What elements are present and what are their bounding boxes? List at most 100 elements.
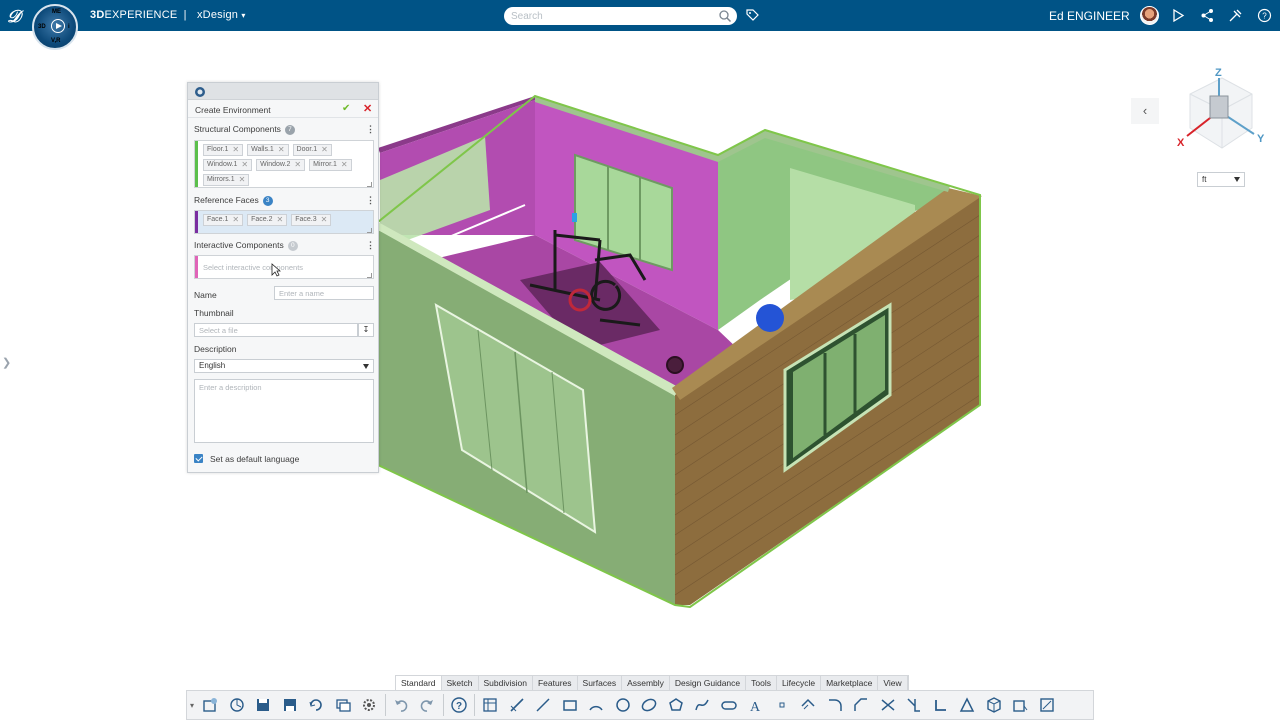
settings-icon[interactable] <box>356 691 383 719</box>
remove-chip-icon[interactable]: ✕ <box>277 215 284 225</box>
reference-menu-icon[interactable]: ⋮ <box>366 195 375 206</box>
save-icon[interactable] <box>250 691 277 719</box>
thumbnail-input[interactable] <box>194 323 358 337</box>
resize-handle-icon[interactable] <box>367 182 372 187</box>
help-icon[interactable]: ? <box>1257 8 1272 23</box>
tab-sketch[interactable]: Sketch <box>442 676 479 690</box>
refresh-icon[interactable] <box>303 691 330 719</box>
tab-subdivision[interactable]: Subdivision <box>479 676 533 690</box>
chip-window-1[interactable]: Window.1 ✕ <box>203 159 253 171</box>
share-icon[interactable] <box>1200 8 1215 23</box>
structural-menu-icon[interactable]: ⋮ <box>366 124 375 135</box>
default-language-checkbox[interactable] <box>194 454 203 463</box>
sketch-icon[interactable] <box>504 691 531 719</box>
drawing-icon[interactable] <box>1034 691 1061 719</box>
chip-face-3[interactable]: Face.3 ✕ <box>291 214 332 226</box>
description-textarea[interactable] <box>194 379 374 443</box>
text-icon[interactable]: A <box>742 691 769 719</box>
line-icon[interactable] <box>530 691 557 719</box>
collapse-panel-button[interactable]: ‹ <box>1131 98 1159 124</box>
chip-window-2[interactable]: Window.2 ✕ <box>256 159 306 171</box>
3d-viewport[interactable] <box>370 88 990 608</box>
chip-walls-1[interactable]: Walls.1 ✕ <box>247 144 289 156</box>
tab-design-guidance[interactable]: Design Guidance <box>670 676 747 690</box>
redo-icon[interactable] <box>414 691 441 719</box>
construction-icon[interactable] <box>954 691 981 719</box>
panel-header[interactable] <box>188 83 378 100</box>
chevron-right-icon[interactable]: ❯ <box>2 356 11 369</box>
chip-mirror-1[interactable]: Mirror.1 ✕ <box>309 159 352 171</box>
polygon-icon[interactable] <box>663 691 690 719</box>
dassault-logo-icon[interactable]: 𝒟 <box>6 6 28 26</box>
tab-lifecycle[interactable]: Lifecycle <box>777 676 822 690</box>
save-as-icon[interactable] <box>277 691 304 719</box>
table-icon[interactable] <box>477 691 504 719</box>
interactive-chip-box[interactable] <box>194 255 374 279</box>
rectangle-icon[interactable] <box>557 691 584 719</box>
remove-chip-icon[interactable]: ✕ <box>241 160 248 170</box>
point-icon[interactable] <box>769 691 796 719</box>
brand-title[interactable]: 3DEXPERIENCE | xDesign ▾ <box>90 9 246 21</box>
unit-select[interactable]: ft <box>1197 172 1245 187</box>
tab-features[interactable]: Features <box>533 676 578 690</box>
name-input[interactable] <box>274 286 374 300</box>
compass-widget[interactable]: ME 3D i V,R <box>32 4 78 50</box>
remove-chip-icon[interactable]: ✕ <box>232 215 239 225</box>
arc-icon[interactable] <box>583 691 610 719</box>
tab-assembly[interactable]: Assembly <box>622 676 670 690</box>
interactive-menu-icon[interactable]: ⋮ <box>366 240 375 251</box>
chamfer-icon[interactable] <box>848 691 875 719</box>
close-button[interactable]: ✕ <box>363 102 372 115</box>
play-icon[interactable] <box>1171 8 1186 23</box>
ellipse-icon[interactable] <box>636 691 663 719</box>
cube-icon[interactable] <box>981 691 1008 719</box>
remove-chip-icon[interactable]: ✕ <box>294 160 301 170</box>
undo-icon[interactable] <box>388 691 415 719</box>
spline-icon[interactable] <box>689 691 716 719</box>
chip-face-2[interactable]: Face.2 ✕ <box>247 214 288 226</box>
tools-icon[interactable] <box>1228 8 1243 23</box>
confirm-button[interactable]: ✔ <box>342 103 350 114</box>
circle-icon[interactable] <box>610 691 637 719</box>
tab-surfaces[interactable]: Surfaces <box>578 676 623 690</box>
tab-standard[interactable]: Standard <box>396 676 442 690</box>
tag-icon[interactable] <box>745 8 760 23</box>
resize-handle-icon[interactable] <box>367 273 372 278</box>
user-name[interactable]: Ed ENGINEER <box>1049 9 1130 23</box>
remove-chip-icon[interactable]: ✕ <box>321 215 328 225</box>
fillet-icon[interactable] <box>822 691 849 719</box>
slot-icon[interactable] <box>716 691 743 719</box>
remove-chip-icon[interactable]: ✕ <box>341 160 348 170</box>
compass-play-icon[interactable] <box>51 19 65 33</box>
upload-icon[interactable]: ↧ <box>358 323 374 337</box>
remove-chip-icon[interactable]: ✕ <box>239 175 246 185</box>
search-icon[interactable] <box>718 9 732 23</box>
trim-icon[interactable] <box>875 691 902 719</box>
layers-icon[interactable] <box>330 691 357 719</box>
chip-door-1[interactable]: Door.1 ✕ <box>292 144 332 156</box>
help-icon[interactable]: ? <box>446 691 473 719</box>
open-icon[interactable] <box>224 691 251 719</box>
language-select[interactable]: English <box>194 359 374 373</box>
chip-face-1[interactable]: Face.1 ✕ <box>203 214 244 226</box>
view-cube[interactable]: Z X Y <box>1172 66 1272 166</box>
structural-chip-box[interactable]: Floor.1 ✕ Walls.1 ✕ Door.1 ✕ Window.1 ✕ Window.2… <box>194 140 374 188</box>
search-input[interactable] <box>504 7 737 25</box>
remove-chip-icon[interactable]: ✕ <box>232 145 239 155</box>
avatar[interactable] <box>1140 6 1159 25</box>
tab-marketplace[interactable]: Marketplace <box>821 676 879 690</box>
collaborate-icon[interactable] <box>197 691 224 719</box>
tab-view[interactable]: View <box>878 676 908 690</box>
chip-mirrors-1[interactable]: Mirrors.1 ✕ <box>203 174 250 186</box>
collapse-arrow-icon[interactable]: ▾ <box>187 691 197 719</box>
interactive-input[interactable] <box>199 258 371 276</box>
project-icon[interactable] <box>901 691 928 719</box>
chip-floor-1[interactable]: Floor.1 ✕ <box>203 144 244 156</box>
extrude-icon[interactable] <box>1007 691 1034 719</box>
reference-chip-box[interactable]: Face.1 ✕ Face.2 ✕ Face.3 ✕ <box>194 210 374 234</box>
remove-chip-icon[interactable]: ✕ <box>321 145 328 155</box>
corner-icon[interactable] <box>928 691 955 719</box>
remove-chip-icon[interactable]: ✕ <box>278 145 285 155</box>
resize-handle-icon[interactable] <box>367 228 372 233</box>
tab-tools[interactable]: Tools <box>746 676 777 690</box>
